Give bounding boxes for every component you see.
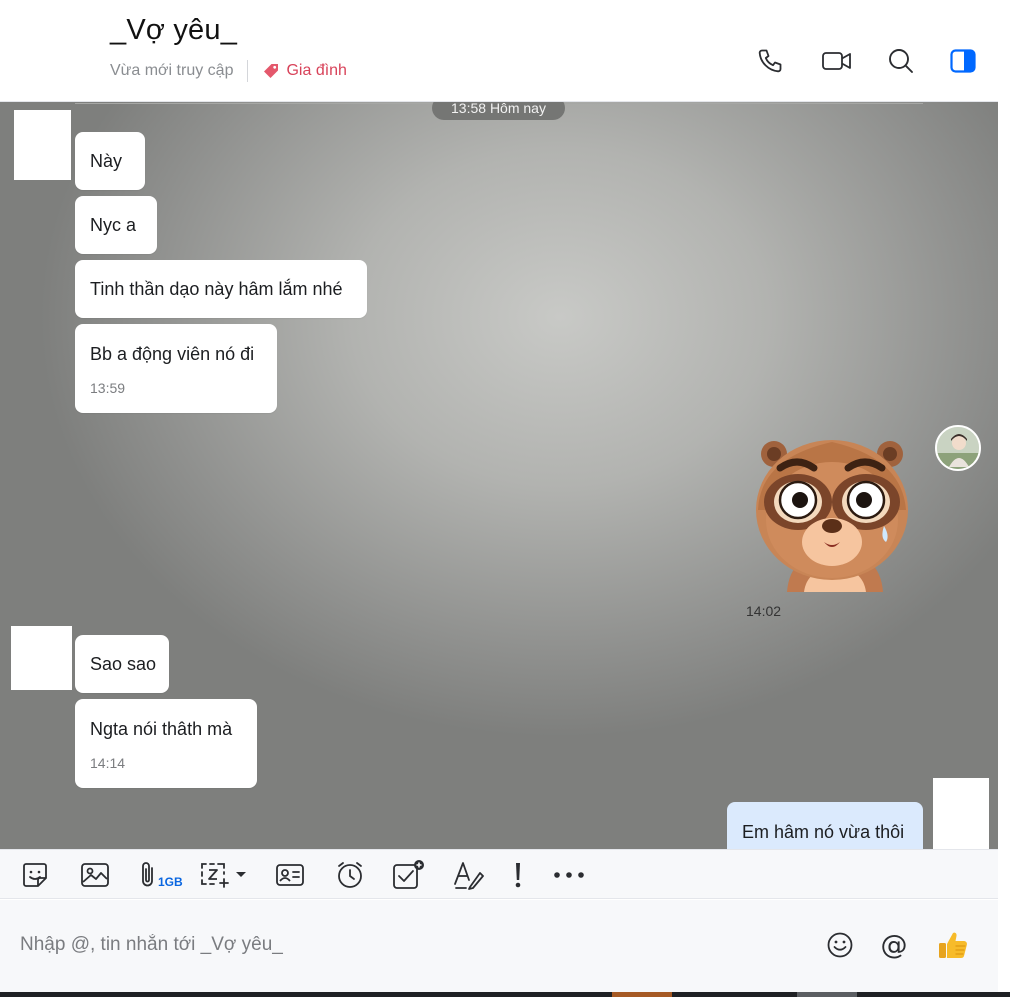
attach-file-button[interactable]: 1GB — [139, 859, 185, 891]
screenshot-button[interactable] — [199, 859, 249, 891]
urgent-button[interactable] — [508, 859, 528, 891]
phone-call-button[interactable] — [753, 44, 787, 78]
composer: @ — [0, 900, 998, 992]
message-input[interactable] — [20, 930, 780, 960]
search-icon — [889, 49, 913, 73]
message-time: 13:59 — [90, 380, 126, 396]
taskbar-item[interactable] — [797, 992, 857, 997]
raccoon-sticker-image — [756, 440, 908, 592]
taskbar-item[interactable] — [612, 992, 672, 997]
message-text: Này — [90, 151, 123, 171]
conversation-title[interactable]: _Vợ yêu_ — [110, 14, 237, 47]
contact-card-icon — [276, 864, 304, 886]
more-icon — [554, 872, 584, 878]
header-actions — [0, 44, 998, 78]
file-size-badge: 1GB — [158, 875, 183, 889]
phone-icon — [758, 49, 782, 73]
my-avatar-placeholder[interactable] — [933, 778, 989, 849]
composer-toolbar: 1GB — [0, 849, 998, 899]
message-text: Sao sao — [90, 654, 157, 674]
send-image-button[interactable] — [79, 859, 111, 891]
message-text: Bb a động viên nó đi — [90, 344, 255, 364]
conversation-header: _Vợ yêu_ Vừa mới truy cập Gia đình — [0, 0, 998, 102]
format-text-icon — [454, 862, 484, 890]
date-divider: 13:58 Hôm nay — [432, 102, 565, 120]
message-bubble[interactable]: Sao sao — [75, 635, 169, 693]
todo-button[interactable] — [391, 859, 425, 891]
sender-avatar[interactable] — [14, 110, 71, 180]
message-text: Tinh thần dạo này hâm lắm nhé — [90, 279, 343, 299]
emoji-icon — [827, 932, 853, 958]
image-icon — [81, 863, 109, 887]
message-time: 14:14 — [90, 755, 126, 771]
message-bubble[interactable]: Tinh thần dạo này hâm lắm nhé — [75, 260, 367, 318]
sender-avatar[interactable] — [11, 626, 72, 690]
reminder-button[interactable] — [334, 859, 366, 891]
message-text: Em hâm nó vừa thôi — [742, 822, 905, 842]
thumbs-up-icon — [939, 932, 967, 958]
urgent-icon — [515, 863, 521, 888]
window-edge — [998, 0, 1010, 997]
attach-file-icon — [142, 862, 153, 887]
quick-like-button[interactable] — [936, 928, 970, 962]
mention-button[interactable]: @ — [877, 928, 911, 962]
search-button[interactable] — [884, 44, 918, 78]
video-call-icon — [822, 52, 851, 70]
message-text: Nyc a — [90, 215, 137, 235]
reminder-icon — [338, 862, 362, 888]
sticker-icon — [23, 863, 47, 887]
format-text-button[interactable] — [452, 859, 484, 891]
raccoon-sticker[interactable] — [752, 434, 918, 592]
message-text: Ngta nói thâth mà — [90, 719, 233, 739]
message-bubble[interactable]: Này — [75, 132, 145, 190]
message-bubble[interactable]: Bb a động viên nó đi 13:59 — [75, 324, 277, 413]
message-bubble[interactable]: Ngta nói thâth mà 14:14 — [75, 699, 257, 788]
chat-window: _Vợ yêu_ Vừa mới truy cập Gia đình 13:58… — [0, 0, 1010, 997]
video-call-button[interactable] — [820, 44, 854, 78]
send-contact-button[interactable] — [274, 859, 306, 891]
mention-icon: @ — [880, 929, 908, 961]
message-bubble[interactable]: Nyc a — [75, 196, 157, 254]
sidebar-toggle-icon — [950, 49, 976, 73]
todo-icon — [393, 860, 424, 889]
sticker-button[interactable] — [19, 859, 51, 891]
my-avatar[interactable] — [935, 425, 981, 471]
my-message-bubble[interactable]: Em hâm nó vừa thôi — [727, 802, 923, 849]
more-options-button[interactable] — [550, 859, 588, 891]
toggle-sidebar-button[interactable] — [946, 44, 980, 78]
taskbar-strip — [0, 992, 1010, 997]
emoji-button[interactable] — [823, 928, 857, 962]
avatar-photo — [937, 427, 979, 469]
screenshot-icon — [201, 863, 246, 888]
message-time: 14:02 — [746, 603, 782, 619]
message-list[interactable]: 13:58 Hôm nay Này Nyc a Tinh thần dạo nà… — [0, 102, 998, 849]
